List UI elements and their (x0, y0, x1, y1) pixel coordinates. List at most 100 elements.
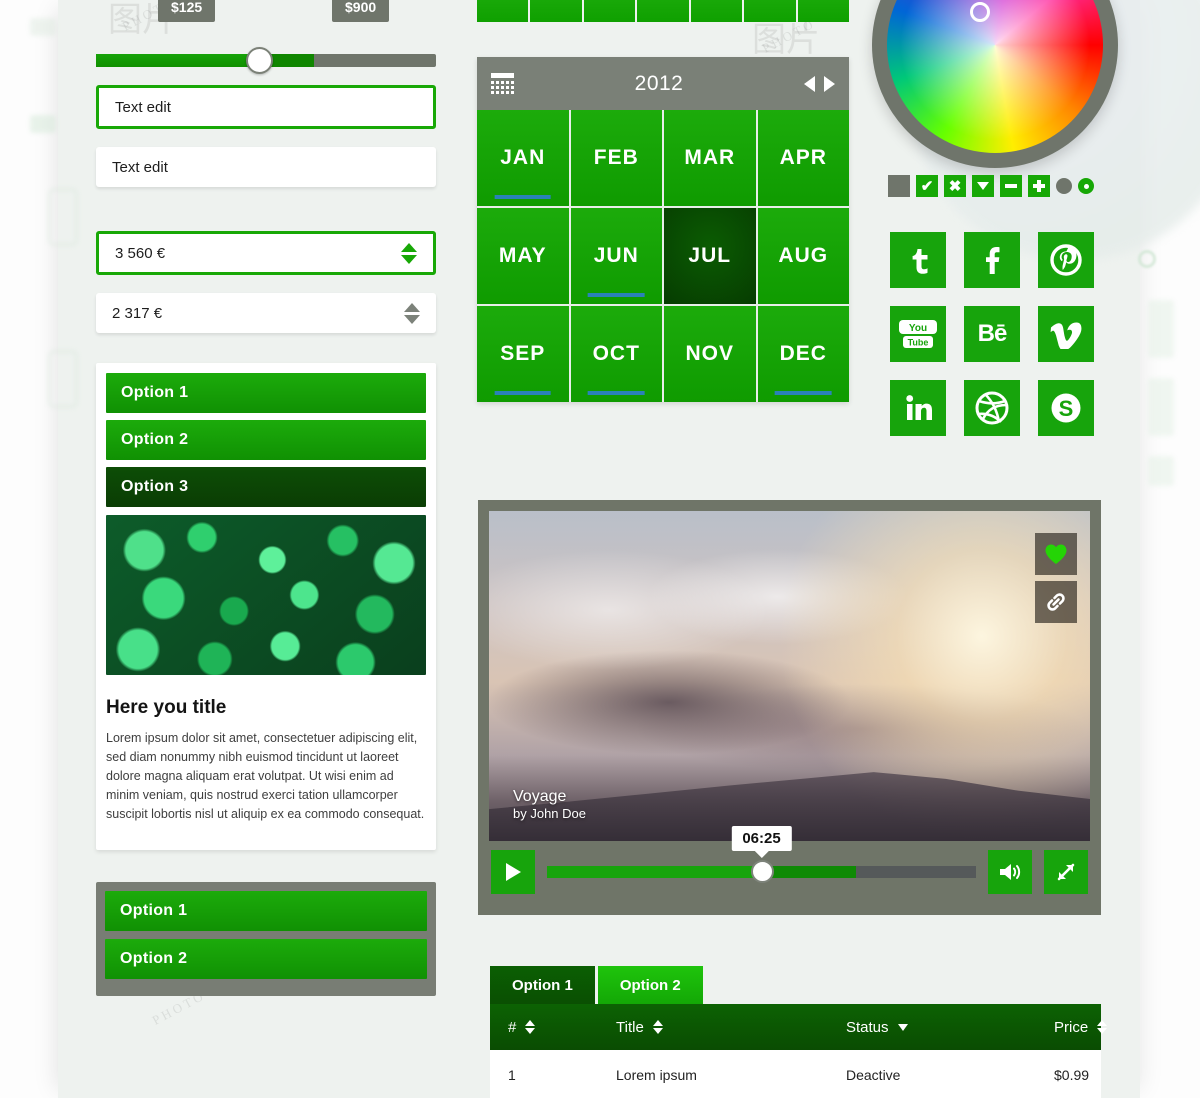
color-wheel[interactable] (872, 0, 1118, 168)
cell-title: Lorem ipsum (616, 1067, 697, 1083)
vimeo-icon[interactable] (1038, 306, 1094, 362)
price-min-label: $125 (158, 0, 216, 22)
grey-panel-option-2[interactable]: Option 2 (105, 939, 427, 979)
linkedin-icon[interactable] (890, 380, 946, 436)
radio-selected[interactable] (1078, 178, 1094, 194)
month-cell-feb[interactable]: FEB (570, 110, 662, 206)
calendar-widget[interactable]: 2012 JAN FEB MAR APR MAY JUN JUL AUG SEP… (477, 57, 849, 402)
background-ghost-block (1148, 378, 1174, 436)
checkbox-checked[interactable]: ✔ (916, 175, 938, 197)
cell-status: Deactive (846, 1067, 901, 1083)
month-cell-jan[interactable]: JAN (477, 110, 569, 206)
spinner-input-focused[interactable]: 3 560 € (96, 231, 436, 275)
table-row[interactable]: 1 Lorem ipsum Deactive $0.99 (490, 1050, 1101, 1098)
column-label-number: # (508, 1018, 517, 1036)
accordion-option-2[interactable]: Option 2 (106, 420, 426, 460)
link-button[interactable] (1035, 581, 1077, 623)
month-cell-nov[interactable]: NOV (664, 306, 756, 402)
chevron-down-icon[interactable] (897, 1023, 908, 1031)
column-header-price[interactable]: Price (1046, 1019, 1125, 1036)
skype-icon[interactable]: S (1038, 380, 1094, 436)
grey-panel-option-1[interactable]: Option 1 (105, 891, 427, 931)
pinterest-icon[interactable] (1038, 232, 1094, 288)
card-image-leaves (106, 515, 426, 675)
month-cell-oct[interactable]: OCT (570, 306, 662, 402)
option-panel-grey: Option 1 Option 2 (96, 882, 436, 996)
calendar-nav[interactable] (804, 75, 835, 92)
card-body-text: Lorem ipsum dolor sit amet, consectetuer… (106, 731, 425, 821)
month-cell-apr[interactable]: APR (757, 110, 849, 206)
behance-icon[interactable]: Bē (964, 306, 1020, 362)
checkbox-unchecked[interactable] (888, 175, 910, 197)
month-cell-aug[interactable]: AUG (757, 208, 849, 304)
month-cell-may[interactable]: MAY (477, 208, 569, 304)
tab-option-2[interactable]: Option 2 (597, 966, 703, 1004)
video-player[interactable]: Voyage by John Doe 06:25 (478, 500, 1101, 915)
ui-kit-screenshot: PHOTO 图片 PHOTO 图片 PHOTO 图片 PHOTO 图片 PHOT… (0, 0, 1200, 1098)
facebook-icon[interactable] (964, 232, 1020, 288)
spinner-arrows-icon[interactable] (401, 242, 417, 264)
sort-icon[interactable] (1097, 1020, 1108, 1034)
slider-handle[interactable] (245, 47, 273, 74)
spinner-input[interactable]: 2 317 € (96, 293, 436, 333)
text-input[interactable]: Text edit (96, 147, 436, 187)
checkbox-plus[interactable] (1028, 175, 1050, 197)
svg-text:You: You (909, 323, 927, 334)
price-max-label: $900 (332, 0, 390, 22)
text-input-focused-value: Text edit (115, 98, 171, 116)
strip-cell (797, 0, 849, 22)
accordion-panel: Option 1 Option 2 Option 3 Here you titl… (96, 363, 436, 850)
month-cell-jul-selected[interactable]: JUL (664, 208, 756, 304)
sort-icon[interactable] (525, 1020, 536, 1034)
month-cell-sep[interactable]: SEP (477, 306, 569, 402)
table-section: Option 1 Option 2 # Title Status Price 1 (490, 966, 1108, 1098)
prev-year-icon[interactable] (804, 75, 815, 92)
month-cell-jun[interactable]: JUN (570, 208, 662, 304)
video-progress-bar[interactable]: 06:25 (547, 826, 976, 883)
column-label-status: Status (846, 1018, 889, 1036)
video-time-tooltip: 06:25 (731, 826, 792, 858)
checkbox-caret-down[interactable] (972, 175, 994, 197)
price-range-slider[interactable] (96, 47, 436, 74)
behance-label: Bē (977, 320, 1008, 347)
text-input-focused[interactable]: Text edit (96, 85, 436, 129)
spinner-value: 2 317 € (112, 304, 163, 322)
tab-bar: Option 1 Option 2 (490, 966, 1101, 1004)
svg-text:Tube: Tube (908, 338, 929, 348)
spinner-arrows-icon[interactable] (404, 302, 420, 324)
left-column: $125 $900 Text edit Text edit 3 560 € 2 … (96, 0, 436, 996)
column-header-status[interactable]: Status (838, 1019, 1046, 1036)
next-year-icon[interactable] (824, 75, 835, 92)
column-header-title[interactable]: Title (608, 1019, 838, 1036)
month-cell-mar[interactable]: MAR (664, 110, 756, 206)
column-header-number[interactable]: # (490, 1019, 608, 1036)
fullscreen-button[interactable] (1044, 850, 1088, 894)
cell-number: 1 (508, 1067, 516, 1083)
dribbble-icon[interactable] (964, 380, 1020, 436)
youtube-icon[interactable]: You Tube (890, 306, 946, 362)
strip-cell (690, 0, 743, 22)
caret-down-icon (977, 182, 989, 190)
background-ring-decoration (1138, 250, 1156, 268)
tab-option-1[interactable]: Option 1 (490, 966, 595, 1004)
video-frame[interactable]: Voyage by John Doe (489, 511, 1090, 841)
twitter-icon[interactable] (890, 232, 946, 288)
table-header-row: # Title Status Price (490, 1004, 1108, 1050)
accordion-option-3[interactable]: Option 3 (106, 467, 426, 507)
month-cell-dec[interactable]: DEC (757, 306, 849, 402)
checkbox-minus[interactable] (1000, 175, 1022, 197)
radio-unselected[interactable] (1056, 178, 1072, 194)
strip-cell (477, 0, 529, 22)
video-title: Voyage (513, 788, 567, 805)
volume-button[interactable] (988, 850, 1032, 894)
accordion-option-1[interactable]: Option 1 (106, 373, 426, 413)
color-picker-handle[interactable] (970, 2, 990, 22)
column-label-title: Title (616, 1018, 644, 1036)
play-button[interactable] (491, 850, 535, 894)
like-button[interactable] (1035, 533, 1077, 575)
checkbox-cross[interactable]: ✖ (944, 175, 966, 197)
progress-handle[interactable] (750, 860, 774, 883)
sort-icon[interactable] (652, 1020, 663, 1034)
strip-cell (583, 0, 636, 22)
video-metadata: Voyage by John Doe (513, 788, 586, 821)
